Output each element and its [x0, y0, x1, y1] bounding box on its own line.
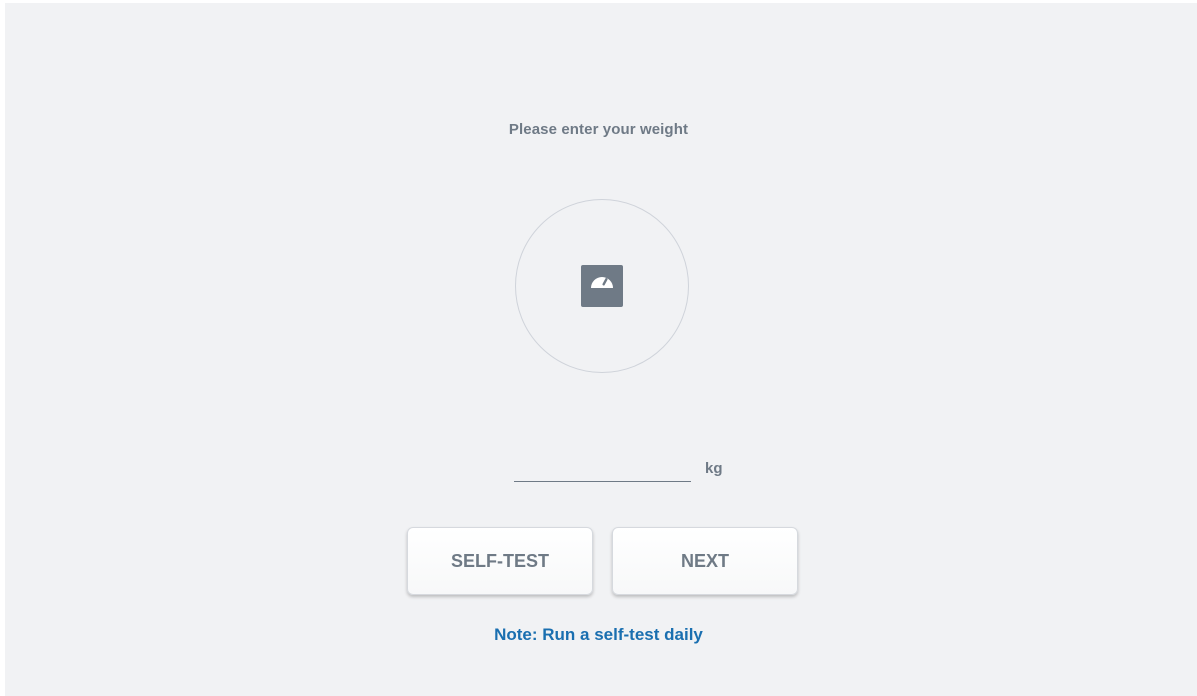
weight-unit-label: kg: [705, 460, 723, 477]
weight-input[interactable]: [514, 456, 691, 482]
self-test-note: Note: Run a self-test daily: [494, 625, 703, 644]
next-button[interactable]: NEXT: [612, 527, 798, 595]
self-test-button[interactable]: SELF-TEST: [407, 527, 593, 595]
weighing-scale-icon: [581, 265, 623, 307]
page-title: Please enter your weight: [508, 121, 689, 138]
